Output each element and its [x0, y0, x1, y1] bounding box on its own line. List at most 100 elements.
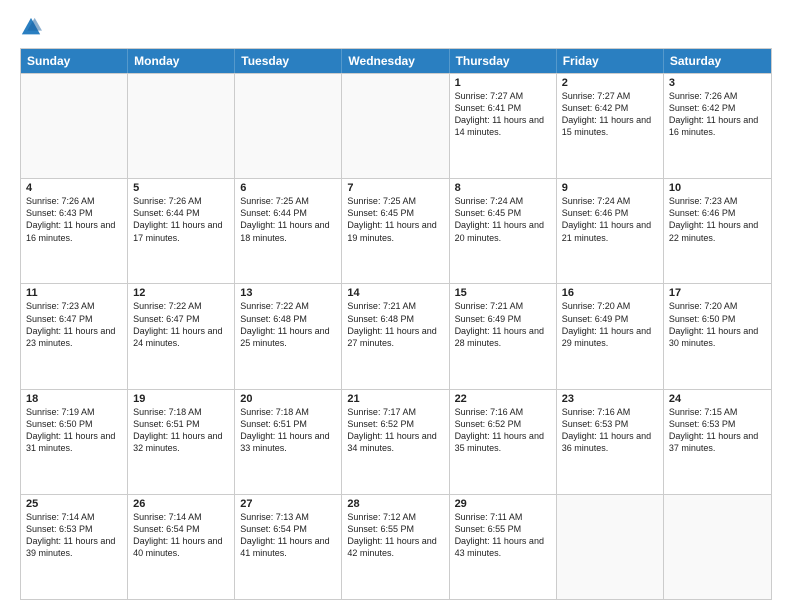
day-number: 4 — [26, 182, 122, 194]
calendar-header-cell: Friday — [557, 49, 664, 73]
day-number: 21 — [347, 393, 443, 405]
day-number: 19 — [133, 393, 229, 405]
calendar-header-cell: Wednesday — [342, 49, 449, 73]
day-info: Sunrise: 7:19 AM Sunset: 6:50 PM Dayligh… — [26, 406, 122, 455]
day-number: 22 — [455, 393, 551, 405]
day-info: Sunrise: 7:21 AM Sunset: 6:49 PM Dayligh… — [455, 300, 551, 349]
day-number: 23 — [562, 393, 658, 405]
day-number: 20 — [240, 393, 336, 405]
day-number: 12 — [133, 287, 229, 299]
day-info: Sunrise: 7:27 AM Sunset: 6:41 PM Dayligh… — [455, 90, 551, 139]
day-number: 15 — [455, 287, 551, 299]
calendar-cell: 19Sunrise: 7:18 AM Sunset: 6:51 PM Dayli… — [128, 390, 235, 494]
calendar-header-cell: Monday — [128, 49, 235, 73]
day-number: 18 — [26, 393, 122, 405]
day-number: 14 — [347, 287, 443, 299]
calendar-cell — [342, 74, 449, 178]
day-number: 17 — [669, 287, 766, 299]
day-number: 1 — [455, 77, 551, 89]
logo-icon — [20, 16, 42, 38]
day-info: Sunrise: 7:22 AM Sunset: 6:47 PM Dayligh… — [133, 300, 229, 349]
calendar-cell: 5Sunrise: 7:26 AM Sunset: 6:44 PM Daylig… — [128, 179, 235, 283]
day-number: 28 — [347, 498, 443, 510]
day-number: 10 — [669, 182, 766, 194]
day-info: Sunrise: 7:12 AM Sunset: 6:55 PM Dayligh… — [347, 511, 443, 560]
day-info: Sunrise: 7:22 AM Sunset: 6:48 PM Dayligh… — [240, 300, 336, 349]
day-number: 3 — [669, 77, 766, 89]
calendar-header-cell: Tuesday — [235, 49, 342, 73]
day-info: Sunrise: 7:26 AM Sunset: 6:44 PM Dayligh… — [133, 195, 229, 244]
day-info: Sunrise: 7:18 AM Sunset: 6:51 PM Dayligh… — [133, 406, 229, 455]
day-info: Sunrise: 7:25 AM Sunset: 6:45 PM Dayligh… — [347, 195, 443, 244]
day-number: 24 — [669, 393, 766, 405]
calendar-row: 25Sunrise: 7:14 AM Sunset: 6:53 PM Dayli… — [21, 494, 771, 599]
day-info: Sunrise: 7:20 AM Sunset: 6:49 PM Dayligh… — [562, 300, 658, 349]
day-info: Sunrise: 7:26 AM Sunset: 6:42 PM Dayligh… — [669, 90, 766, 139]
calendar-cell: 7Sunrise: 7:25 AM Sunset: 6:45 PM Daylig… — [342, 179, 449, 283]
calendar-cell: 13Sunrise: 7:22 AM Sunset: 6:48 PM Dayli… — [235, 284, 342, 388]
day-info: Sunrise: 7:11 AM Sunset: 6:55 PM Dayligh… — [455, 511, 551, 560]
calendar-cell — [557, 495, 664, 599]
calendar-cell: 1Sunrise: 7:27 AM Sunset: 6:41 PM Daylig… — [450, 74, 557, 178]
calendar-cell — [235, 74, 342, 178]
calendar-cell: 22Sunrise: 7:16 AM Sunset: 6:52 PM Dayli… — [450, 390, 557, 494]
calendar-row: 11Sunrise: 7:23 AM Sunset: 6:47 PM Dayli… — [21, 283, 771, 388]
day-info: Sunrise: 7:23 AM Sunset: 6:46 PM Dayligh… — [669, 195, 766, 244]
logo — [20, 16, 46, 38]
calendar-cell — [128, 74, 235, 178]
day-number: 5 — [133, 182, 229, 194]
calendar-header-cell: Saturday — [664, 49, 771, 73]
day-info: Sunrise: 7:16 AM Sunset: 6:52 PM Dayligh… — [455, 406, 551, 455]
day-number: 25 — [26, 498, 122, 510]
calendar-cell: 23Sunrise: 7:16 AM Sunset: 6:53 PM Dayli… — [557, 390, 664, 494]
calendar-row: 4Sunrise: 7:26 AM Sunset: 6:43 PM Daylig… — [21, 178, 771, 283]
day-info: Sunrise: 7:15 AM Sunset: 6:53 PM Dayligh… — [669, 406, 766, 455]
calendar-cell: 8Sunrise: 7:24 AM Sunset: 6:45 PM Daylig… — [450, 179, 557, 283]
calendar-row: 18Sunrise: 7:19 AM Sunset: 6:50 PM Dayli… — [21, 389, 771, 494]
day-info: Sunrise: 7:16 AM Sunset: 6:53 PM Dayligh… — [562, 406, 658, 455]
calendar-header-row: SundayMondayTuesdayWednesdayThursdayFrid… — [21, 49, 771, 73]
day-info: Sunrise: 7:17 AM Sunset: 6:52 PM Dayligh… — [347, 406, 443, 455]
day-number: 9 — [562, 182, 658, 194]
day-number: 13 — [240, 287, 336, 299]
day-info: Sunrise: 7:26 AM Sunset: 6:43 PM Dayligh… — [26, 195, 122, 244]
header — [20, 16, 772, 38]
calendar-cell: 15Sunrise: 7:21 AM Sunset: 6:49 PM Dayli… — [450, 284, 557, 388]
day-number: 6 — [240, 182, 336, 194]
day-info: Sunrise: 7:18 AM Sunset: 6:51 PM Dayligh… — [240, 406, 336, 455]
day-number: 29 — [455, 498, 551, 510]
calendar-header-cell: Thursday — [450, 49, 557, 73]
day-info: Sunrise: 7:20 AM Sunset: 6:50 PM Dayligh… — [669, 300, 766, 349]
calendar-cell: 27Sunrise: 7:13 AM Sunset: 6:54 PM Dayli… — [235, 495, 342, 599]
calendar-cell: 28Sunrise: 7:12 AM Sunset: 6:55 PM Dayli… — [342, 495, 449, 599]
calendar-cell: 16Sunrise: 7:20 AM Sunset: 6:49 PM Dayli… — [557, 284, 664, 388]
day-info: Sunrise: 7:14 AM Sunset: 6:53 PM Dayligh… — [26, 511, 122, 560]
day-info: Sunrise: 7:14 AM Sunset: 6:54 PM Dayligh… — [133, 511, 229, 560]
day-number: 2 — [562, 77, 658, 89]
calendar-cell: 9Sunrise: 7:24 AM Sunset: 6:46 PM Daylig… — [557, 179, 664, 283]
calendar-cell: 14Sunrise: 7:21 AM Sunset: 6:48 PM Dayli… — [342, 284, 449, 388]
day-number: 7 — [347, 182, 443, 194]
day-info: Sunrise: 7:23 AM Sunset: 6:47 PM Dayligh… — [26, 300, 122, 349]
calendar-cell — [664, 495, 771, 599]
calendar-cell: 2Sunrise: 7:27 AM Sunset: 6:42 PM Daylig… — [557, 74, 664, 178]
calendar-cell: 3Sunrise: 7:26 AM Sunset: 6:42 PM Daylig… — [664, 74, 771, 178]
day-info: Sunrise: 7:21 AM Sunset: 6:48 PM Dayligh… — [347, 300, 443, 349]
day-number: 27 — [240, 498, 336, 510]
calendar-cell: 11Sunrise: 7:23 AM Sunset: 6:47 PM Dayli… — [21, 284, 128, 388]
calendar-cell: 17Sunrise: 7:20 AM Sunset: 6:50 PM Dayli… — [664, 284, 771, 388]
calendar: SundayMondayTuesdayWednesdayThursdayFrid… — [20, 48, 772, 600]
calendar-cell: 4Sunrise: 7:26 AM Sunset: 6:43 PM Daylig… — [21, 179, 128, 283]
calendar-cell: 24Sunrise: 7:15 AM Sunset: 6:53 PM Dayli… — [664, 390, 771, 494]
calendar-cell: 12Sunrise: 7:22 AM Sunset: 6:47 PM Dayli… — [128, 284, 235, 388]
calendar-body: 1Sunrise: 7:27 AM Sunset: 6:41 PM Daylig… — [21, 73, 771, 599]
day-info: Sunrise: 7:13 AM Sunset: 6:54 PM Dayligh… — [240, 511, 336, 560]
day-number: 8 — [455, 182, 551, 194]
page: SundayMondayTuesdayWednesdayThursdayFrid… — [0, 0, 792, 612]
day-info: Sunrise: 7:24 AM Sunset: 6:46 PM Dayligh… — [562, 195, 658, 244]
calendar-header-cell: Sunday — [21, 49, 128, 73]
day-number: 16 — [562, 287, 658, 299]
day-info: Sunrise: 7:27 AM Sunset: 6:42 PM Dayligh… — [562, 90, 658, 139]
calendar-cell: 25Sunrise: 7:14 AM Sunset: 6:53 PM Dayli… — [21, 495, 128, 599]
calendar-row: 1Sunrise: 7:27 AM Sunset: 6:41 PM Daylig… — [21, 73, 771, 178]
